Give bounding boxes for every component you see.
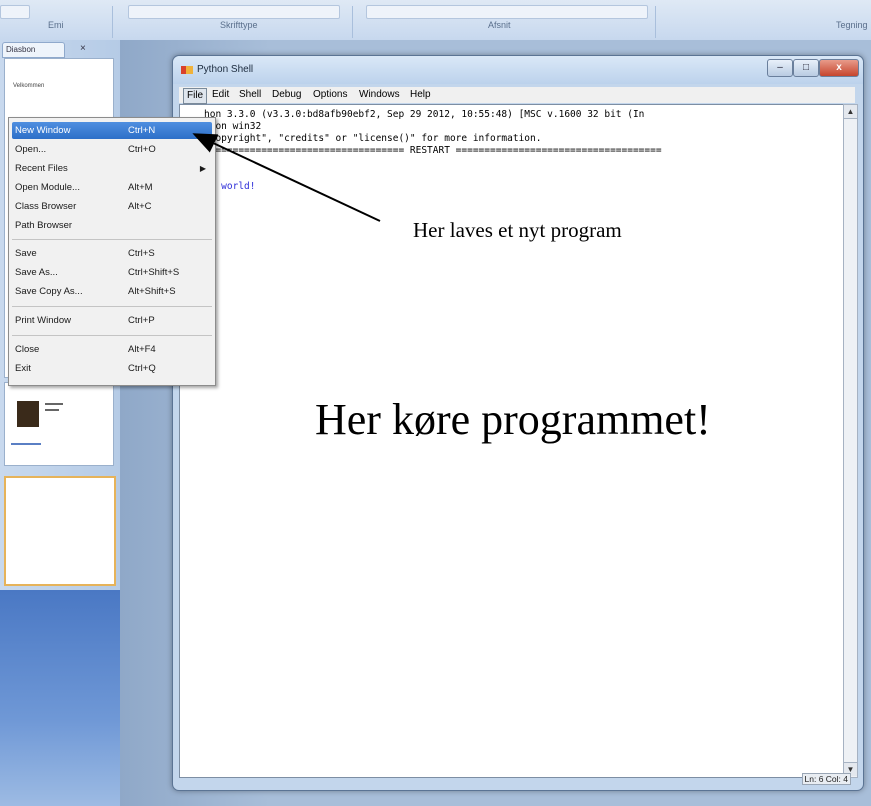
annotation-label: Her laves et nyt program — [413, 218, 622, 242]
annotation-heading: Her køre programmet! — [315, 395, 711, 444]
